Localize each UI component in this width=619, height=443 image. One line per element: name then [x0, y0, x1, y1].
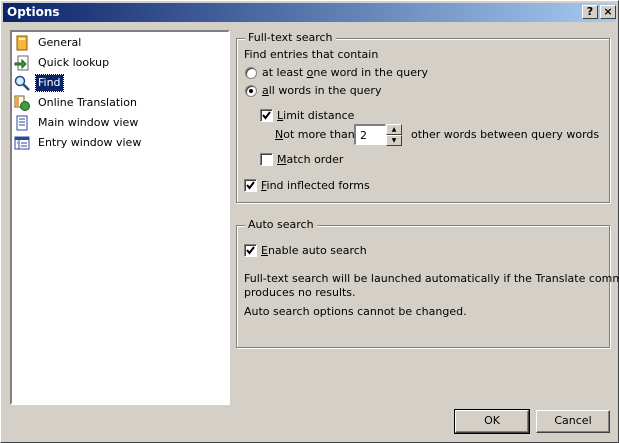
- option-one-word-radio[interactable]: [245, 67, 257, 79]
- category-item-entry-window-view[interactable]: Entry window view: [14, 134, 224, 152]
- enable-auto-search-label[interactable]: Enable auto search: [261, 244, 367, 258]
- category-item-main-window-view[interactable]: Main window view: [14, 114, 224, 132]
- online-translation-icon: [14, 95, 30, 111]
- checkmark-icon: [262, 111, 271, 120]
- category-item-find[interactable]: Find: [14, 74, 224, 92]
- auto-search-info-line2: produces no results.: [244, 286, 356, 299]
- match-order-checkbox[interactable]: [260, 153, 273, 166]
- find-icon: [14, 75, 30, 91]
- enable-auto-search-checkbox[interactable]: [244, 244, 257, 257]
- inflected-forms-label[interactable]: Find inflected forms: [261, 179, 370, 193]
- quick-lookup-icon: [14, 55, 30, 71]
- find-entries-label: Find entries that contain: [244, 48, 379, 61]
- title-bar[interactable]: Options ? ×: [3, 3, 616, 22]
- close-button[interactable]: ×: [600, 5, 616, 19]
- general-icon: [14, 35, 30, 51]
- fulltext-search-title: Full-text search: [245, 31, 336, 45]
- spin-down-button[interactable]: ▼: [386, 135, 402, 146]
- option-one-word-label[interactable]: at least one word in the query: [262, 66, 428, 80]
- window-title: Options: [7, 5, 60, 19]
- cancel-button[interactable]: Cancel: [536, 410, 610, 433]
- category-label: Find: [35, 74, 64, 92]
- category-label: Entry window view: [38, 136, 142, 149]
- match-order-label[interactable]: Match order: [277, 153, 343, 167]
- category-item-general[interactable]: General: [14, 34, 224, 52]
- entry-window-view-icon: [14, 135, 30, 151]
- auto-search-note: Auto search options cannot be changed.: [244, 305, 467, 318]
- help-button[interactable]: ?: [582, 5, 598, 19]
- option-all-words-label[interactable]: all words in the query: [262, 84, 381, 98]
- category-list[interactable]: General Quick lookup Find Online Transla…: [10, 30, 230, 405]
- arrow-down-icon: ▼: [391, 137, 397, 144]
- checkmark-icon: [246, 181, 255, 190]
- spin-up-button[interactable]: ▲: [386, 124, 402, 135]
- options-dialog: Options ? × General Quick lookup Find On…: [0, 0, 619, 443]
- ok-button[interactable]: OK: [454, 409, 530, 434]
- auto-search-title: Auto search: [245, 218, 317, 232]
- category-label: Quick lookup: [38, 56, 110, 69]
- category-item-online-translation[interactable]: Online Translation: [14, 94, 224, 112]
- distance-input[interactable]: 2: [354, 124, 386, 145]
- limit-distance-checkbox[interactable]: [260, 109, 273, 122]
- not-more-than-label: Not more than: [275, 128, 355, 141]
- category-label: General: [38, 36, 82, 49]
- limit-distance-label[interactable]: Limit distance: [277, 109, 354, 123]
- checkmark-icon: [246, 246, 255, 255]
- category-label: Main window view: [38, 116, 139, 129]
- arrow-up-icon: ▲: [391, 126, 397, 133]
- main-window-view-icon: [14, 115, 30, 131]
- category-item-quick-lookup[interactable]: Quick lookup: [14, 54, 224, 72]
- inflected-forms-checkbox[interactable]: [244, 179, 257, 192]
- other-words-label: other words between query words: [411, 128, 600, 141]
- auto-search-info-line1: Full-text search will be launched automa…: [244, 272, 619, 285]
- category-label: Online Translation: [38, 96, 137, 109]
- option-all-words-radio[interactable]: [245, 85, 257, 97]
